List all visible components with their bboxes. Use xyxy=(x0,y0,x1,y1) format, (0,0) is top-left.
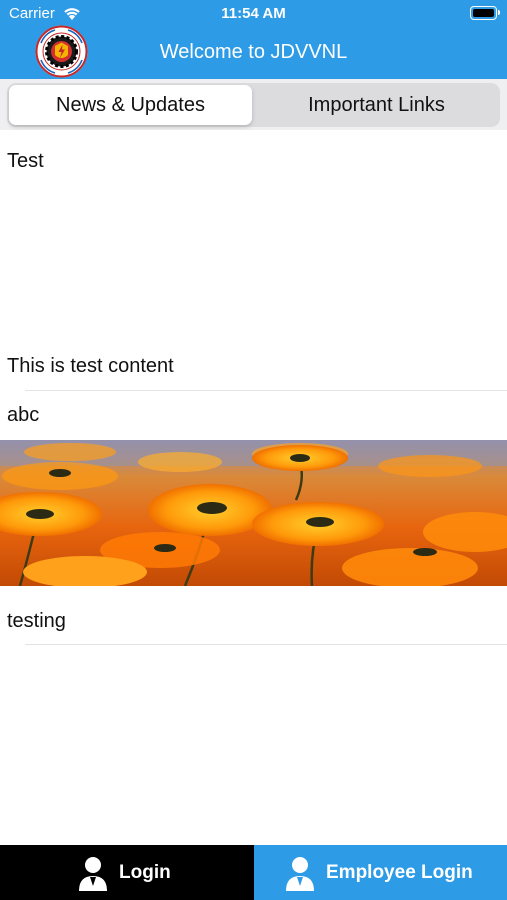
status-time: 11:54 AM xyxy=(221,5,286,22)
login-label: Login xyxy=(119,862,171,883)
app-title: Welcome to JDVVNL xyxy=(159,41,348,63)
news-item-content: This is test content xyxy=(7,355,174,377)
list-divider xyxy=(25,390,507,391)
segment-control-container: News & Updates Important Links xyxy=(0,79,507,130)
orange-flowers-photo xyxy=(0,440,507,586)
news-item-title[interactable]: abc xyxy=(7,404,39,427)
user-icon xyxy=(286,857,314,891)
employee-login-label: Employee Login xyxy=(326,862,473,883)
user-icon xyxy=(79,857,107,891)
news-item-title[interactable]: Test xyxy=(7,150,44,173)
status-bar: Carrier 11:54 AM xyxy=(0,0,507,27)
tab-news-updates[interactable]: News & Updates xyxy=(9,85,252,125)
news-list: Test This is test content abc testing xyxy=(0,130,507,845)
bottom-bar: Login Employee Login xyxy=(0,845,507,900)
nav-bar: Welcome to JDVVNL xyxy=(0,25,507,79)
tab-important-links[interactable]: Important Links xyxy=(255,85,498,125)
employee-login-button[interactable]: Employee Login xyxy=(254,845,507,900)
segment-control: News & Updates Important Links xyxy=(7,83,500,127)
list-divider xyxy=(25,644,507,645)
news-item-title[interactable]: testing xyxy=(7,610,66,633)
app-header: Carrier 11:54 AM Welcome to JDVVNL xyxy=(0,0,507,79)
battery-icon xyxy=(470,6,500,20)
login-button[interactable]: Login xyxy=(0,845,254,900)
